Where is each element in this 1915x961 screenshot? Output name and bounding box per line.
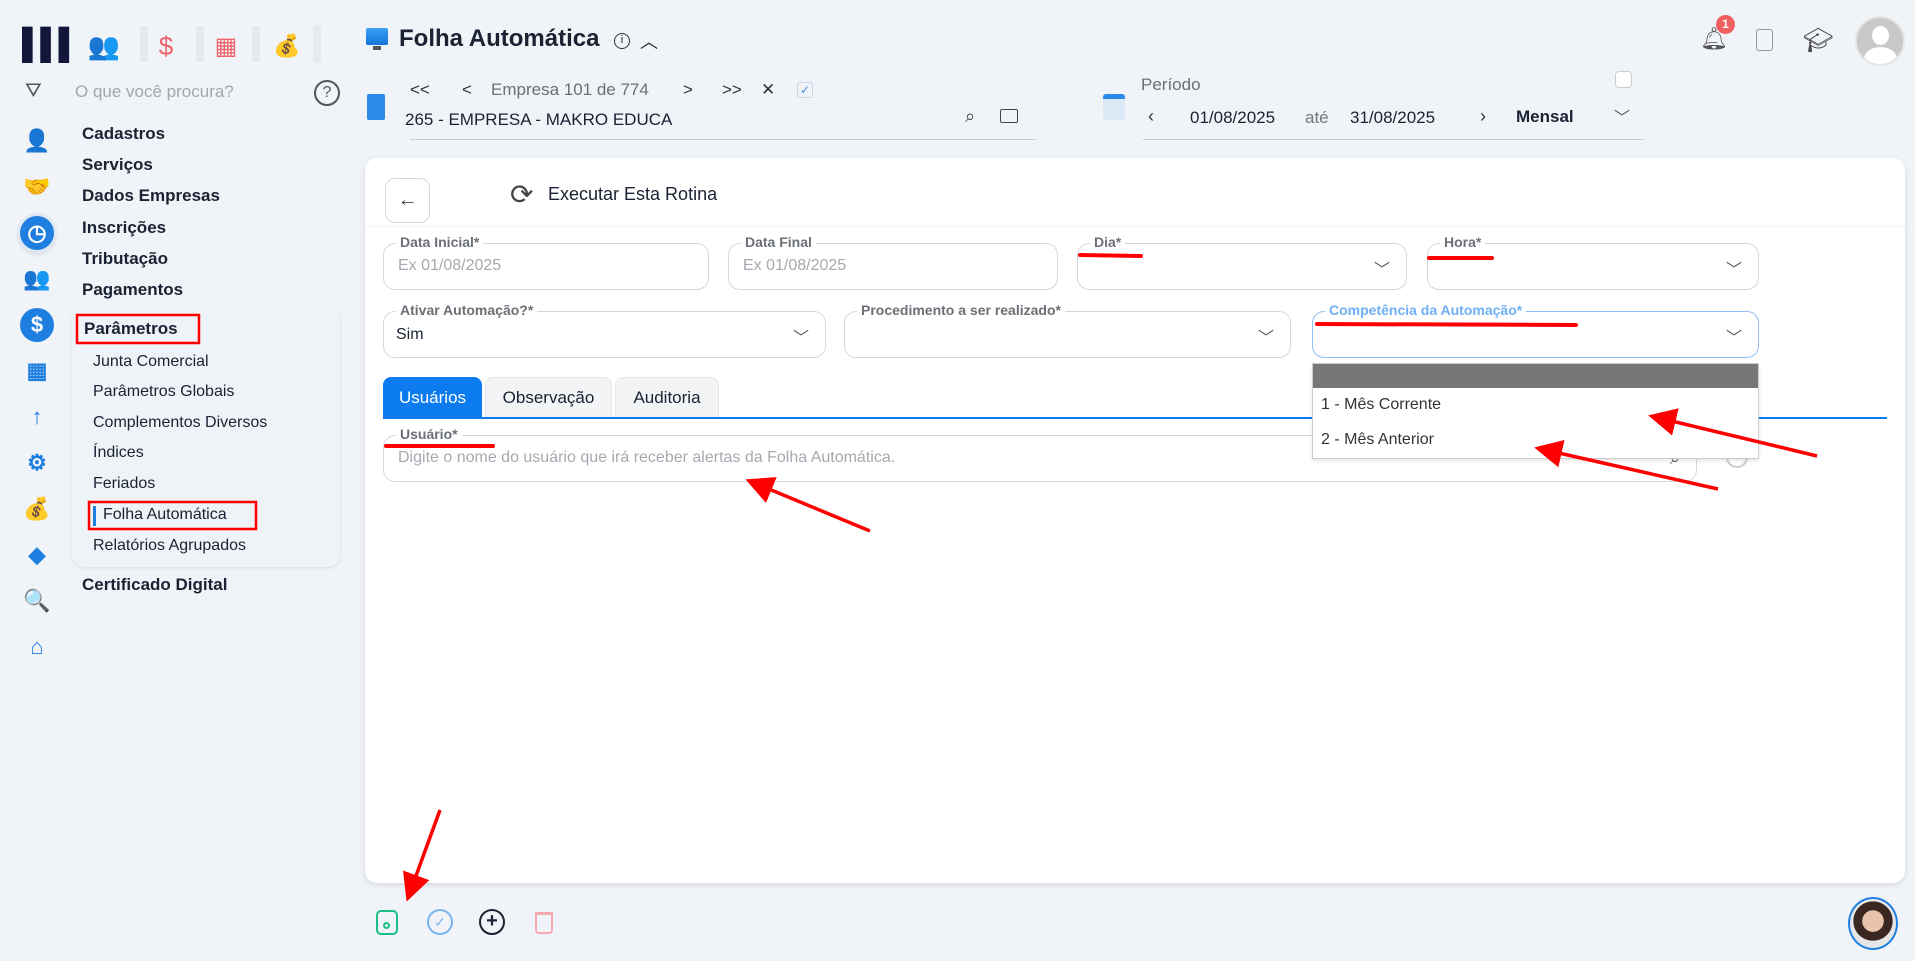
annotation-arrow: [1648, 408, 1818, 458]
annotation-overlay: [75, 253, 1818, 902]
annotation-underline: [1078, 253, 1143, 258]
annotation-underline: [1315, 322, 1578, 327]
annotation-box: [75, 313, 201, 345]
annotation-arrow: [403, 809, 442, 902]
annotation-box: [87, 500, 258, 531]
annotation-arrow: [1534, 439, 1719, 491]
annotation-arrow: [745, 477, 871, 533]
